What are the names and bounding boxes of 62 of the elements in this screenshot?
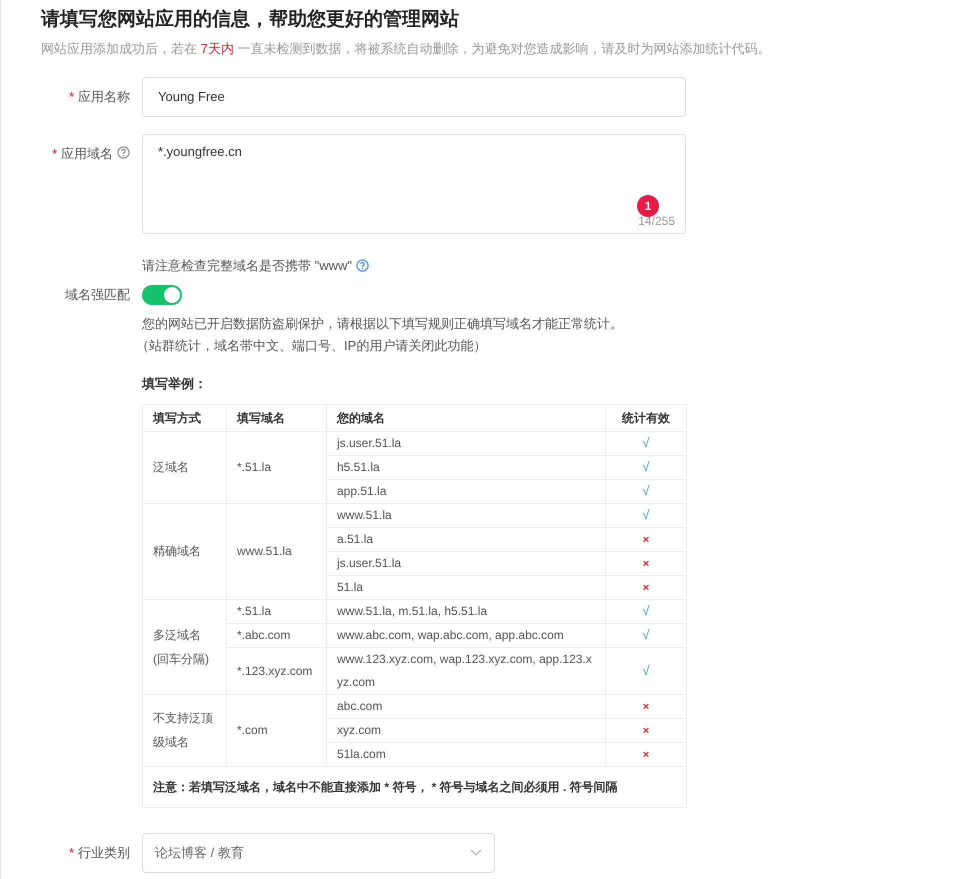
check-mark: √ — [642, 459, 650, 474]
notification-badge: 1 — [637, 194, 659, 216]
cross-mark: × — [642, 724, 650, 737]
check-mark: √ — [642, 435, 650, 450]
table-cell: *.51.la — [237, 604, 272, 618]
table-cell: js.user.51.la — [337, 436, 402, 450]
table-cell: *.abc.com — [237, 628, 290, 642]
required-mark: * — [52, 144, 57, 162]
check-mark: √ — [642, 662, 650, 678]
table-cell: *.51.la — [237, 460, 272, 474]
domain-textarea[interactable]: *.youngfree.cn 1 14/255 — [142, 134, 686, 234]
check-mark: √ — [642, 507, 650, 522]
page-heading: 请填写您网站应用的信息，帮助您更好的管理网站 — [41, 8, 460, 32]
table-cell: www.abc.com, wap.abc.com, app.abc.com — [337, 628, 564, 642]
cross-mark: × — [642, 558, 650, 570]
field-label: 应用名称 — [78, 88, 130, 106]
table-cell: h5.51.la — [337, 460, 380, 474]
column-header: 统计有效 — [622, 410, 670, 424]
required-mark: * — [68, 844, 74, 862]
table-cell: www.51.la — [237, 544, 292, 558]
table-note: 注意：若填写泛域名，域名中不能直接添加 * 符号， * 符号与域名之间必须用 . 符号间隔 — [153, 780, 618, 794]
table-cell-text: 精确域名 — [153, 543, 202, 560]
domain-value: *.youngfree.cn — [158, 144, 242, 158]
table-cell: www.51.la — [337, 508, 392, 522]
cross-mark: × — [642, 700, 650, 713]
table-cell: app.51.la — [337, 484, 386, 498]
chevron-down-icon — [470, 848, 482, 856]
help-icon[interactable] — [356, 258, 370, 272]
table-cell: *.com — [237, 723, 268, 737]
table-cell: a.51.la — [337, 532, 374, 546]
cross-mark: × — [642, 582, 650, 594]
examples-title: 填写举例： — [142, 375, 208, 393]
table-cell: 51.la — [337, 580, 364, 594]
help-icon[interactable] — [117, 146, 130, 158]
table-cell: abc.com — [337, 698, 382, 712]
check-mark: √ — [642, 483, 650, 498]
table-cell: xyz.com — [337, 722, 382, 736]
industry-select[interactable]: 论坛博客 / 教育 — [142, 832, 495, 872]
field-label: 应用域名 — [61, 144, 113, 162]
column-header: 填写域名 — [237, 410, 285, 424]
field-label: 行业类别 — [78, 844, 130, 862]
cross-mark: × — [642, 748, 650, 761]
column-header: 填写方式 — [153, 410, 201, 424]
description-text: 您的网站已开启数据防盗刷保护，请根据以下填写规则正确填写域名才能正常统计。 — [142, 315, 624, 333]
notice-text: 网站应用添加成功后，若在 7天内 一直未检测到数据，将被系统自动删除，为避免对您造成影响，请及时为网站添加统计代码。 — [41, 40, 772, 58]
column-header: 您的域名 — [337, 410, 385, 424]
field-label: 域名强匹配 — [65, 286, 130, 304]
domain-hint: 请注意检查完整域名是否携带 "www" — [142, 256, 352, 274]
table-cell-text: 不支持泛顶级域名 — [153, 710, 214, 751]
table-cell: 51la.com — [337, 746, 386, 760]
check-mark: √ — [642, 627, 650, 642]
description-text: （站群统计，域名带中文、端口号、IP的用户请关闭此功能） — [136, 337, 488, 355]
table-cell-text: 多泛域名 (回车分隔) — [153, 626, 210, 668]
required-mark: * — [68, 88, 74, 106]
table-cell: *.123.xyz.com — [237, 664, 312, 678]
app-name-field[interactable]: Young Free — [142, 76, 686, 116]
toggle-switch[interactable] — [142, 285, 182, 305]
table-cell-text: 泛域名 — [153, 459, 190, 476]
table-cell: js.user.51.la — [337, 556, 402, 570]
cross-mark: × — [642, 534, 650, 546]
check-mark: √ — [642, 603, 650, 618]
table-cell: www.51.la, m.51.la, h5.51.la — [337, 604, 488, 618]
